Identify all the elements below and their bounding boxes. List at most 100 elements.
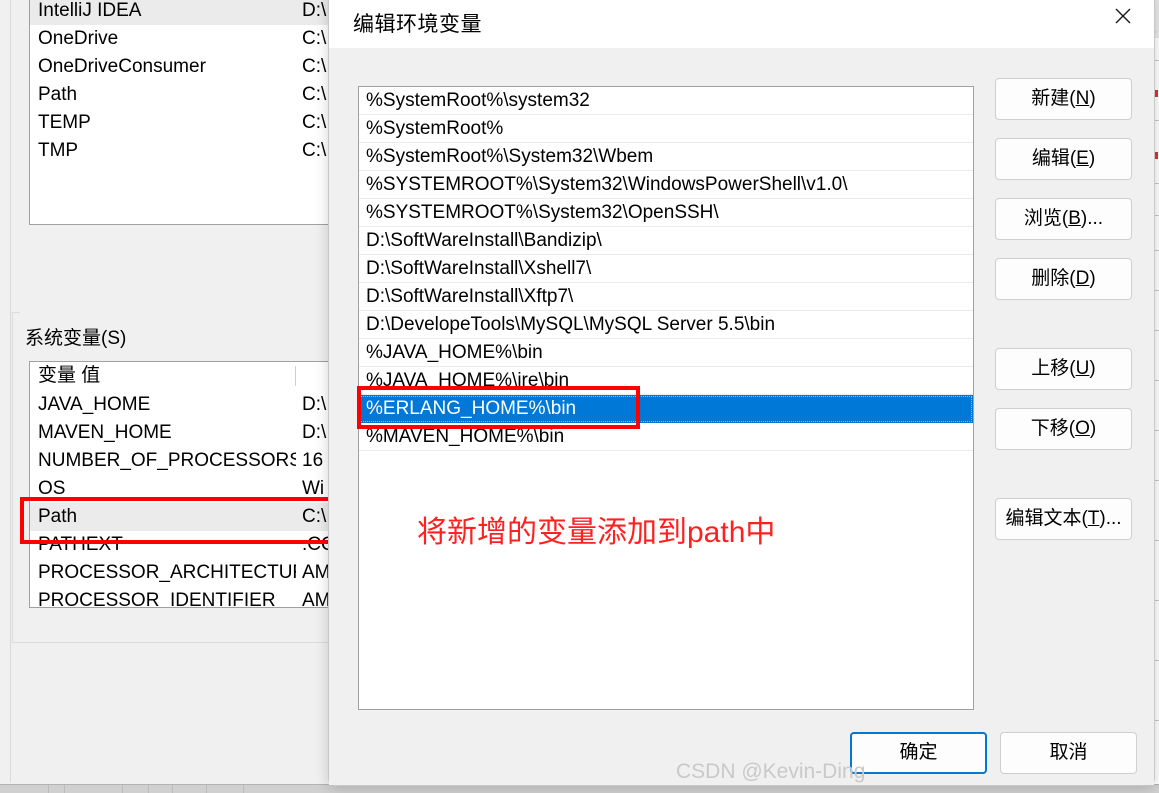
system-variables-list[interactable]: 变量 值 JAVA_HOME D:\ MAVEN_HOME D:\ NUMBER…	[29, 361, 331, 608]
table-row[interactable]: NUMBER_OF_PROCESSORS 16	[30, 447, 330, 475]
button-mnemonic: O	[1075, 418, 1090, 439]
table-row[interactable]: TMP C:\	[30, 137, 330, 165]
cancel-button[interactable]: 取消	[1000, 732, 1137, 774]
system-variables-label: 系统变量(S)	[20, 323, 132, 350]
button-label: 新建(	[1031, 88, 1076, 109]
button-label: 编辑(	[1031, 148, 1077, 169]
table-header[interactable]: 变量 值	[30, 362, 330, 391]
move-down-button[interactable]: 下移(O)	[995, 408, 1132, 450]
list-item-empty[interactable]	[359, 451, 973, 479]
list-item[interactable]: %SystemRoot%	[359, 115, 973, 143]
button-label: 下移(	[1030, 418, 1076, 439]
table-row[interactable]: MAVEN_HOME D:\	[30, 419, 330, 447]
variable-value: C:\	[302, 56, 327, 77]
list-item[interactable]: %SYSTEMROOT%\System32\OpenSSH\	[359, 199, 973, 227]
button-mnemonic: T	[1087, 508, 1100, 529]
list-item-empty[interactable]	[359, 563, 973, 591]
button-suffix: )...	[1099, 508, 1122, 529]
list-item[interactable]: %JAVA_HOME%\jre\bin	[359, 367, 973, 395]
list-item[interactable]: %JAVA_HOME%\bin	[359, 339, 973, 367]
variable-name: PROCESSOR_IDENTIFIER	[38, 590, 276, 608]
variable-value: 16	[302, 450, 324, 471]
button-mnemonic: N	[1075, 88, 1090, 109]
variable-name: PROCESSOR_ARCHITECTURE	[38, 562, 296, 583]
close-icon[interactable]	[1092, 0, 1154, 40]
move-up-button[interactable]: 上移(U)	[995, 348, 1132, 390]
browse-button[interactable]: 浏览(B)...	[995, 198, 1132, 240]
dialog-title: 编辑环境变量	[353, 13, 482, 36]
button-suffix: )	[1088, 148, 1096, 169]
table-row[interactable]: JAVA_HOME D:\	[30, 391, 330, 419]
table-row[interactable]: Path C:\	[30, 81, 330, 109]
variable-value: .CO	[302, 534, 330, 555]
variable-name: OneDrive	[38, 28, 119, 49]
variable-name: TEMP	[38, 112, 91, 133]
annotation-text: 将新增的变量添加到path中	[417, 516, 776, 549]
table-row[interactable]: PROCESSOR_ARCHITECTURE AM	[30, 559, 330, 587]
variable-name: Path	[38, 84, 78, 105]
variable-value: AM	[302, 562, 331, 583]
variable-name: TMP	[38, 140, 79, 161]
list-item[interactable]: %MAVEN_HOME%\bin	[359, 423, 973, 451]
variable-name: JAVA_HOME	[38, 394, 151, 415]
list-item-empty[interactable]	[359, 591, 973, 619]
table-row[interactable]: OneDriveConsumer C:\	[30, 53, 330, 81]
variable-name: PATHEXT	[38, 534, 123, 555]
list-item-empty[interactable]	[359, 675, 973, 703]
table-row[interactable]: OneDrive C:\	[30, 25, 330, 53]
button-mnemonic: E	[1076, 148, 1089, 169]
list-item[interactable]: D:\SoftWareInstall\Bandizip\	[359, 227, 973, 255]
table-row[interactable]: OS Wi	[30, 475, 330, 503]
dialog-body: %SystemRoot%\system32 %SystemRoot% %Syst…	[329, 48, 1154, 785]
delete-button[interactable]: 删除(D)	[995, 258, 1132, 300]
button-suffix: )...	[1080, 208, 1104, 229]
table-row-path[interactable]: Path C:\	[30, 503, 330, 531]
taskbar-divider	[172, 785, 173, 793]
taskbar-divider	[64, 785, 65, 793]
button-mnemonic: U	[1075, 358, 1090, 379]
list-item-empty[interactable]	[359, 619, 973, 647]
variable-name: MAVEN_HOME	[38, 422, 172, 443]
new-button[interactable]: 新建(N)	[995, 78, 1132, 120]
button-mnemonic: D	[1075, 268, 1090, 289]
list-item-empty[interactable]	[359, 647, 973, 675]
list-item-selected[interactable]: %ERLANG_HOME%\bin	[359, 395, 973, 423]
edit-text-button[interactable]: 编辑文本(T)...	[995, 498, 1132, 540]
path-entries-list[interactable]: %SystemRoot%\system32 %SystemRoot% %Syst…	[358, 86, 974, 710]
variable-value: D:\	[302, 394, 327, 415]
edit-environment-variable-dialog: 编辑环境变量 %SystemRoot%\system32 %SystemRoot…	[328, 0, 1155, 786]
variable-name: NUMBER_OF_PROCESSORS	[38, 450, 296, 471]
table-row[interactable]: PROCESSOR_IDENTIFIER AM	[30, 587, 331, 608]
list-item[interactable]: D:\DevelopeTools\MySQL\MySQL Server 5.5\…	[359, 311, 973, 339]
variable-value: C:\	[302, 112, 327, 133]
table-row[interactable]: IntelliJ IDEA D:\	[30, 0, 330, 25]
taskbar-divider	[122, 785, 123, 793]
list-item[interactable]: %SystemRoot%\System32\Wbem	[359, 143, 973, 171]
variable-name: Path	[38, 506, 78, 527]
table-row[interactable]: PATHEXT .CO	[30, 531, 330, 559]
button-label: 上移(	[1031, 358, 1076, 379]
variable-value: C:\	[302, 84, 327, 105]
group-border-segment	[12, 312, 20, 313]
button-label: 编辑文本(	[1005, 508, 1088, 529]
variable-value: C:\	[302, 140, 327, 161]
watermark: CSDN @Kevin-Ding	[676, 760, 866, 783]
table-row[interactable]: TEMP C:\	[30, 109, 330, 137]
user-variables-list[interactable]: IntelliJ IDEA D:\ OneDrive C:\ OneDriveC…	[29, 0, 331, 225]
taskbar-divider	[243, 785, 244, 793]
column-divider	[295, 366, 296, 386]
list-item[interactable]: D:\SoftWareInstall\Xftp7\	[359, 283, 973, 311]
list-item[interactable]: D:\SoftWareInstall\Xshell7\	[359, 255, 973, 283]
list-item-empty[interactable]	[359, 479, 973, 507]
column-header-value: 值	[81, 365, 101, 386]
button-suffix: )	[1089, 268, 1096, 289]
edit-button[interactable]: 编辑(E)	[995, 138, 1132, 180]
ok-button[interactable]: 确定	[850, 732, 987, 774]
dialog-titlebar: 编辑环境变量	[329, 0, 1154, 48]
variable-name: OS	[38, 478, 66, 499]
list-item[interactable]: %SYSTEMROOT%\System32\WindowsPowerShell\…	[359, 171, 973, 199]
column-header-variable: 变量	[38, 365, 77, 386]
list-item[interactable]: %SystemRoot%\system32	[359, 87, 973, 115]
button-mnemonic: B	[1068, 208, 1081, 229]
variable-value: AM	[302, 590, 331, 608]
